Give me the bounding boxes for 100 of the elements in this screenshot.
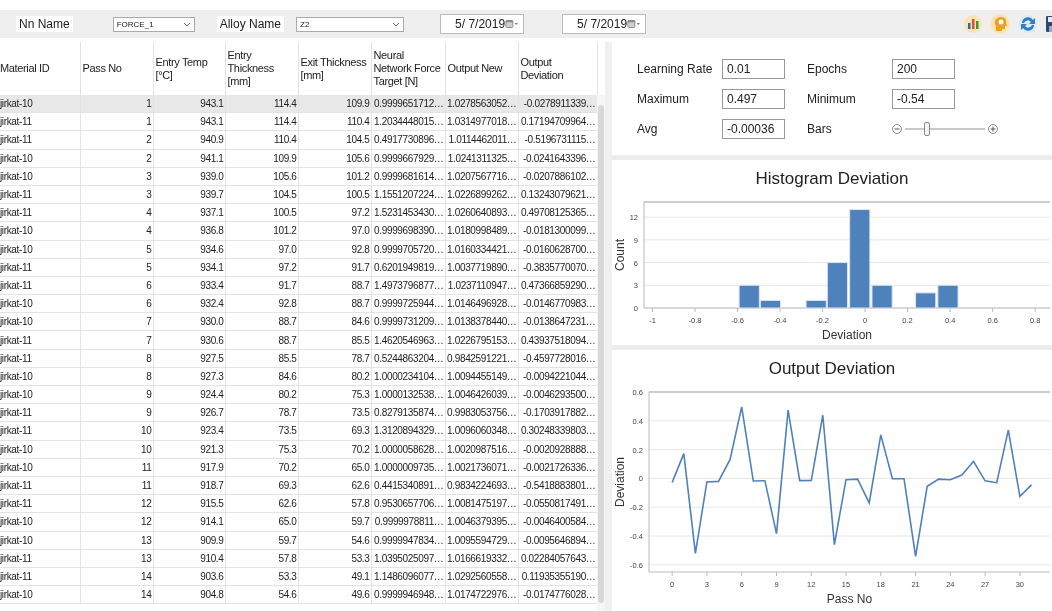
column-header[interactable]: Neural Network Force Target [N]	[373, 49, 443, 88]
table-cell: 3	[80, 167, 153, 186]
table-cell: 109.9	[225, 149, 298, 168]
table-cell: 1.0096060348…	[445, 421, 518, 441]
table-row[interactable]: jirkat-10 9 924.4 80.2 75.3 1.0000132538… 1.0046426039… -0.0046293500…	[0, 385, 597, 404]
table-cell: 926.7	[153, 403, 225, 422]
column-header[interactable]: Pass No	[82, 62, 151, 75]
scrollbar[interactable]	[597, 95, 605, 611]
table-cell: 59.7	[225, 531, 298, 550]
table-cell: 59.7	[298, 512, 371, 531]
table-row[interactable]: jirkat-10 12 914.1 65.0 59.7 0.9999978811… 1.0046379395… -0.0046400584…	[0, 512, 597, 531]
column-header[interactable]: Output Deviation	[520, 55, 595, 82]
axis-label: Deviation	[613, 457, 627, 507]
refresh-icon[interactable]	[1018, 14, 1038, 34]
table-cell: 57.8	[298, 494, 371, 513]
plus-icon[interactable]	[988, 123, 998, 134]
table-cell: 5	[80, 240, 153, 259]
table-row[interactable]: jirkat-11 1 943.1 114.4 110.4 1.2034448015… 1.0314977018… 0.17194709964…	[0, 112, 597, 131]
table-row[interactable]: jirkat-10 4 936.8 101.2 97.0 0.9999698390… 1.0180998489… -0.0181300099…	[0, 221, 597, 240]
table-cell: jirkat-10	[0, 240, 80, 259]
calendar-icon[interactable]	[505, 19, 520, 29]
axis-label: Count	[613, 239, 627, 271]
table-cell: 1.0146496928…	[445, 294, 518, 313]
table-row[interactable]: jirkat-10 14 904.8 54.6 49.6 0.9999946948… 1.0174722976… -0.0174776028…	[0, 585, 597, 604]
column-header[interactable]: Output New	[447, 62, 516, 75]
table-row[interactable]: jirkat-10 13 909.9 59.7 54.6 0.9999947834… 1.0095594729… -0.0095646894…	[0, 531, 597, 550]
column-header[interactable]: Material ID	[0, 62, 78, 75]
table-cell: 1.0395025097…	[371, 549, 445, 568]
date-picker[interactable]: 5/ 7/2019	[562, 14, 647, 34]
table-row[interactable]: jirkat-11 6 933.4 91.7 88.7 1.4973796877… 1.0237110947… 0.47366859290…	[0, 276, 597, 295]
table-cell: 923.4	[153, 421, 225, 441]
table-cell: 5	[80, 258, 153, 277]
table-cell: jirkat-10	[0, 585, 80, 604]
input-field[interactable]: 200	[892, 58, 955, 79]
table-row[interactable]: jirkat-10 3 939.0 105.6 101.2 0.9999681614… 1.0207567716… -0.0207886102…	[0, 167, 597, 186]
table-cell: 10	[80, 440, 153, 459]
input-field[interactable]: 0.01	[722, 58, 785, 79]
table-cell: jirkat-11	[0, 349, 80, 368]
table-cell: jirkat-10	[0, 458, 80, 477]
table-row[interactable]: jirkat-10 8 927.3 84.6 80.2 1.0000234104… 1.0094455149… -0.0094221044…	[0, 367, 597, 386]
table-row[interactable]: jirkat-11 10 923.4 73.5 69.3 1.3120894329… 1.0096060348… 0.30248339803…	[0, 421, 597, 441]
table-cell: jirkat-10	[0, 149, 80, 168]
calendar-icon[interactable]	[627, 19, 642, 29]
table-cell: 0.9834224693…	[445, 476, 518, 495]
table-row[interactable]: jirkat-11 9 926.7 78.7 73.5 0.8279135874… 0.9983053756… -0.1703917882…	[0, 403, 597, 422]
table-cell: 0.9999698390…	[371, 221, 445, 240]
parameter-label: Learning Rate	[637, 61, 714, 76]
table-cell: jirkat-11	[0, 330, 80, 350]
table-cell: 934.6	[153, 240, 225, 259]
table-cell: jirkat-11	[0, 421, 80, 441]
table-row[interactable]: jirkat-10 5 934.6 97.0 92.8 0.9999705720… 1.0160334421… -0.0160628700…	[0, 240, 597, 259]
table-cell: 937.1	[153, 203, 225, 222]
table-row[interactable]: jirkat-10 10 921.3 75.3 70.2 1.0000058628… 1.0020987516… -0.0020928888…	[0, 440, 597, 459]
table-cell: jirkat-10	[0, 95, 80, 113]
table-row[interactable]: jirkat-10 11 917.9 70.2 65.0 1.0000009735… 1.0021736071… -0.0021726336…	[0, 458, 597, 477]
table-row[interactable]: jirkat-11 4 937.1 100.5 97.2 1.5231453430… 1.0260640893… 0.49708125365…	[0, 203, 597, 222]
scrollbar-thumb[interactable]	[598, 105, 604, 603]
column-header[interactable]: Exit Thickness [mm]	[300, 55, 369, 82]
table-row[interactable]: jirkat-11 11 918.7 69.3 62.6 0.4415340891… 0.9834224693… -0.5418883801…	[0, 476, 597, 495]
parameter-label: Epochs	[807, 61, 849, 76]
table-cell: 7	[80, 330, 153, 350]
date-picker[interactable]: 5/ 7/2019	[440, 14, 525, 34]
dropdown[interactable]: FORCE_1	[112, 16, 195, 32]
input-field[interactable]: 0.497	[722, 88, 785, 109]
dropdown[interactable]: Z2	[296, 16, 405, 32]
slider-thumb[interactable]	[923, 121, 930, 136]
table-row[interactable]: jirkat-11 7 930.6 88.7 85.5 1.4620546963… 1.0226795153… 0.43937518094…	[0, 330, 597, 350]
input-field[interactable]: -0.00036	[722, 118, 785, 139]
table-cell: 1.0166619332…	[445, 549, 518, 568]
table-row[interactable]: jirkat-11 13 910.4 57.8 53.3 1.0395025097… 1.0166619332… 0.02284057643…	[0, 549, 597, 568]
table-cell: 1.0021736071…	[445, 458, 518, 477]
table-cell: 54.6	[225, 585, 298, 604]
table-row[interactable]: jirkat-10 1 943.1 114.4 109.9 0.9999651712… 1.0278563052… -0.0278911339…	[0, 95, 597, 113]
minus-icon[interactable]	[892, 123, 902, 134]
table-cell: 936.8	[153, 221, 225, 240]
table-row[interactable]: jirkat-11 8 927.5 85.5 78.7 0.5244863204… 0.9842591221… -0.4597728016…	[0, 349, 597, 368]
table-row[interactable]: jirkat-11 3 939.7 104.5 100.5 1.1551207224… 1.0226899262… 0.13243079621…	[0, 185, 597, 204]
table-cell: jirkat-10	[0, 440, 80, 459]
table-cell: 104.5	[298, 130, 371, 150]
table-row[interactable]: jirkat-10 2 941.1 109.9 105.6 0.9999667929… 1.0241311325… -0.0241643396…	[0, 149, 597, 168]
table-row[interactable]: jirkat-10 7 930.0 88.7 84.6 0.9999731209… 1.0138378440… -0.0138647231…	[0, 312, 597, 331]
table-cell: 9	[80, 385, 153, 404]
head-gear-icon[interactable]	[990, 14, 1010, 34]
column-header[interactable]: Entry Thickness [mm]	[227, 49, 296, 88]
table-cell: 943.1	[153, 112, 225, 131]
table-cell: jirkat-10	[0, 167, 80, 186]
column-header[interactable]: Entry Temp [°C]	[155, 55, 223, 82]
input-field[interactable]: -0.54	[892, 88, 955, 109]
table-cell: 930.6	[153, 330, 225, 350]
table-row[interactable]: jirkat-11 2 940.9 110.4 104.5 0.4917730896… 1.0114462011… -0.5196731115…	[0, 130, 597, 150]
table-row[interactable]: jirkat-11 14 903.6 53.3 49.1 1.1486096077… 1.0292560558… 0.11935355190…	[0, 567, 597, 586]
table-cell: 49.1	[298, 567, 371, 586]
table-cell: 6	[80, 294, 153, 313]
table-cell: 53.3	[225, 567, 298, 586]
table-row[interactable]: jirkat-11 5 934.1 97.2 91.7 0.6201949819… 1.0037719890… -0.3835770070…	[0, 258, 597, 277]
table-cell: 49.6	[298, 585, 371, 604]
table-row[interactable]: jirkat-11 12 915.5 62.6 57.8 0.9530657706… 1.0081475197… -0.0550817491…	[0, 494, 597, 513]
table-cell: 10	[80, 421, 153, 441]
table-row[interactable]: jirkat-10 6 932.4 92.8 88.7 0.9999725944… 1.0146496928… -0.0146770983…	[0, 294, 597, 313]
bar-chart-icon[interactable]	[964, 15, 982, 33]
